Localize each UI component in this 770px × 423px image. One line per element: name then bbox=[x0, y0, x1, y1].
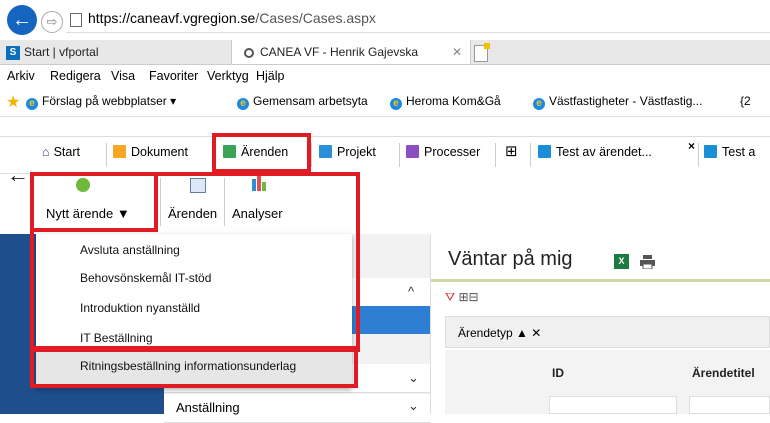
project-icon bbox=[319, 145, 332, 158]
nav-test-arendet[interactable]: Test av ärendet... bbox=[538, 145, 652, 159]
puzzle-icon[interactable]: ⊞ bbox=[505, 142, 518, 160]
fav-label: Västfastigheter - Västfastig... bbox=[549, 94, 703, 108]
side-row-anstallning[interactable]: Anställning ⌄ bbox=[164, 394, 430, 423]
nav-processer[interactable]: Processer bbox=[406, 145, 480, 159]
nav-test-a[interactable]: Test a bbox=[704, 145, 755, 159]
nav-label: Test a bbox=[722, 145, 756, 159]
home-icon: ⌂ bbox=[42, 145, 50, 159]
browser-back-button[interactable]: ← bbox=[7, 5, 37, 35]
nav-label: Test av ärendet... bbox=[556, 145, 652, 159]
nav-divider bbox=[106, 143, 107, 167]
canea-tab-icon bbox=[244, 47, 254, 58]
tab-canea[interactable]: CANEA VF - Henrik Gajevska ✕ bbox=[231, 40, 471, 64]
close-nav-tab-icon[interactable]: × bbox=[688, 139, 695, 153]
filter-icons[interactable]: ⛛ ⊞⊟ bbox=[445, 290, 479, 305]
nav-label: Start bbox=[53, 145, 80, 159]
fav-label: Förslag på webbplatser bbox=[42, 94, 167, 108]
nav-divider bbox=[698, 143, 699, 167]
nav-label: Dokument bbox=[131, 145, 188, 159]
process-icon bbox=[406, 145, 419, 158]
chevron-down-icon[interactable]: ⌄ bbox=[408, 398, 419, 414]
page-icon bbox=[70, 13, 82, 27]
menu-bar: Arkiv Redigera Visa Favoriter Verktyg Hj… bbox=[0, 65, 770, 87]
tab-start-vfportal[interactable]: S Start | vfportal bbox=[0, 40, 222, 64]
title-underline bbox=[431, 279, 770, 282]
fav-label: Heroma Kom&Gå bbox=[406, 94, 501, 108]
sharepoint-icon: S bbox=[6, 45, 20, 60]
highlight-toolbar-dropdown bbox=[30, 172, 360, 352]
tab-label: CANEA VF - Henrik Gajevska bbox=[260, 45, 419, 59]
browser-tab-strip: S Start | vfportal CANEA VF - Henrik Gaje… bbox=[0, 40, 770, 65]
collapse-icon[interactable]: ⊟ bbox=[469, 290, 479, 304]
chevron-down-icon[interactable]: ⌄ bbox=[408, 370, 419, 386]
filter-chip-arendetyp[interactable]: Ärendetyp ▲ ✕ bbox=[458, 326, 541, 340]
fav-heroma[interactable]: e Heroma Kom&Gå bbox=[390, 94, 501, 110]
column-header-title[interactable]: Ärendetitel bbox=[692, 366, 755, 380]
url-text[interactable]: https://caneavf.vgregion.se/Cases/Cases.… bbox=[88, 10, 376, 26]
nav-divider bbox=[495, 143, 496, 167]
fav-label: Gemensam arbetsyta bbox=[253, 94, 368, 108]
grid-filter-cell[interactable] bbox=[549, 396, 677, 414]
nav-label: Projekt bbox=[337, 145, 376, 159]
url-host: https://caneavf.vgregion.se bbox=[88, 10, 256, 26]
menu-hjalp[interactable]: Hjälp bbox=[256, 69, 285, 83]
nav-projekt[interactable]: Projekt bbox=[319, 145, 376, 159]
favorites-star-icon[interactable]: ★ bbox=[6, 92, 20, 112]
new-tab-icon[interactable] bbox=[474, 43, 490, 62]
highlight-ritning-item bbox=[30, 346, 358, 388]
nav-label: Processer bbox=[424, 145, 481, 159]
tab-label: Start | vfportal bbox=[24, 45, 99, 59]
clear-filter-icon[interactable]: ⛛ bbox=[445, 290, 455, 304]
menu-verktyg[interactable]: Verktyg bbox=[207, 69, 249, 83]
address-bar-row: ← ⇨ https://caneavf.vgregion.se/Cases/Ca… bbox=[0, 0, 770, 40]
ie-icon: e bbox=[26, 98, 38, 110]
close-tab-icon[interactable]: ✕ bbox=[452, 40, 462, 64]
fav-label: {2 bbox=[740, 94, 751, 108]
ie-icon: e bbox=[390, 98, 402, 110]
nav-start[interactable]: ⌂ Start bbox=[42, 145, 80, 159]
page-title: Väntar på mig bbox=[448, 248, 573, 270]
test-icon bbox=[538, 145, 551, 158]
excel-icon[interactable]: X bbox=[614, 254, 629, 269]
menu-visa[interactable]: Visa bbox=[111, 69, 135, 83]
expand-icon[interactable]: ⊞ bbox=[458, 290, 468, 304]
fav-more[interactable]: {2 bbox=[740, 94, 751, 108]
nav-divider bbox=[530, 143, 531, 167]
highlight-arenden bbox=[212, 133, 311, 173]
ie-icon: e bbox=[237, 98, 249, 110]
nav-divider bbox=[399, 143, 400, 167]
app-back-arrow-icon[interactable]: ← bbox=[7, 162, 29, 188]
chip-label: Ärendetyp bbox=[458, 326, 513, 340]
menu-arkiv[interactable]: Arkiv bbox=[7, 69, 35, 83]
ie-icon: e bbox=[533, 98, 545, 110]
menu-favoriter[interactable]: Favoriter bbox=[149, 69, 198, 83]
column-header-id[interactable]: ID bbox=[552, 366, 564, 380]
chevron-up-icon[interactable]: ^ bbox=[408, 284, 414, 299]
browser-forward-button[interactable]: ⇨ bbox=[41, 11, 63, 33]
favorites-bar: e Förslag på webbplatser ▾ e Gemensam arbe… bbox=[0, 88, 770, 117]
remove-chip-icon[interactable]: ✕ bbox=[531, 326, 541, 340]
app-nav-bar: ⌂ Start Dokument Ärenden Projekt Processe… bbox=[0, 136, 770, 174]
menu-redigera[interactable]: Redigera bbox=[50, 69, 101, 83]
document-icon bbox=[113, 145, 126, 158]
url-path: /Cases/Cases.aspx bbox=[255, 10, 376, 26]
side-row-label: Anställning bbox=[176, 400, 240, 415]
fav-vastfastigheter[interactable]: e Västfastigheter - Västfastig... bbox=[533, 94, 702, 110]
print-icon[interactable] bbox=[640, 255, 655, 269]
nav-divider bbox=[311, 143, 312, 167]
fav-forslag[interactable]: e Förslag på webbplatser ▾ bbox=[26, 94, 176, 110]
fav-gemensam[interactable]: e Gemensam arbetsyta bbox=[237, 94, 368, 110]
grid-filter-cell[interactable] bbox=[689, 396, 770, 414]
nav-dokument[interactable]: Dokument bbox=[113, 145, 188, 159]
test-icon bbox=[704, 145, 717, 158]
